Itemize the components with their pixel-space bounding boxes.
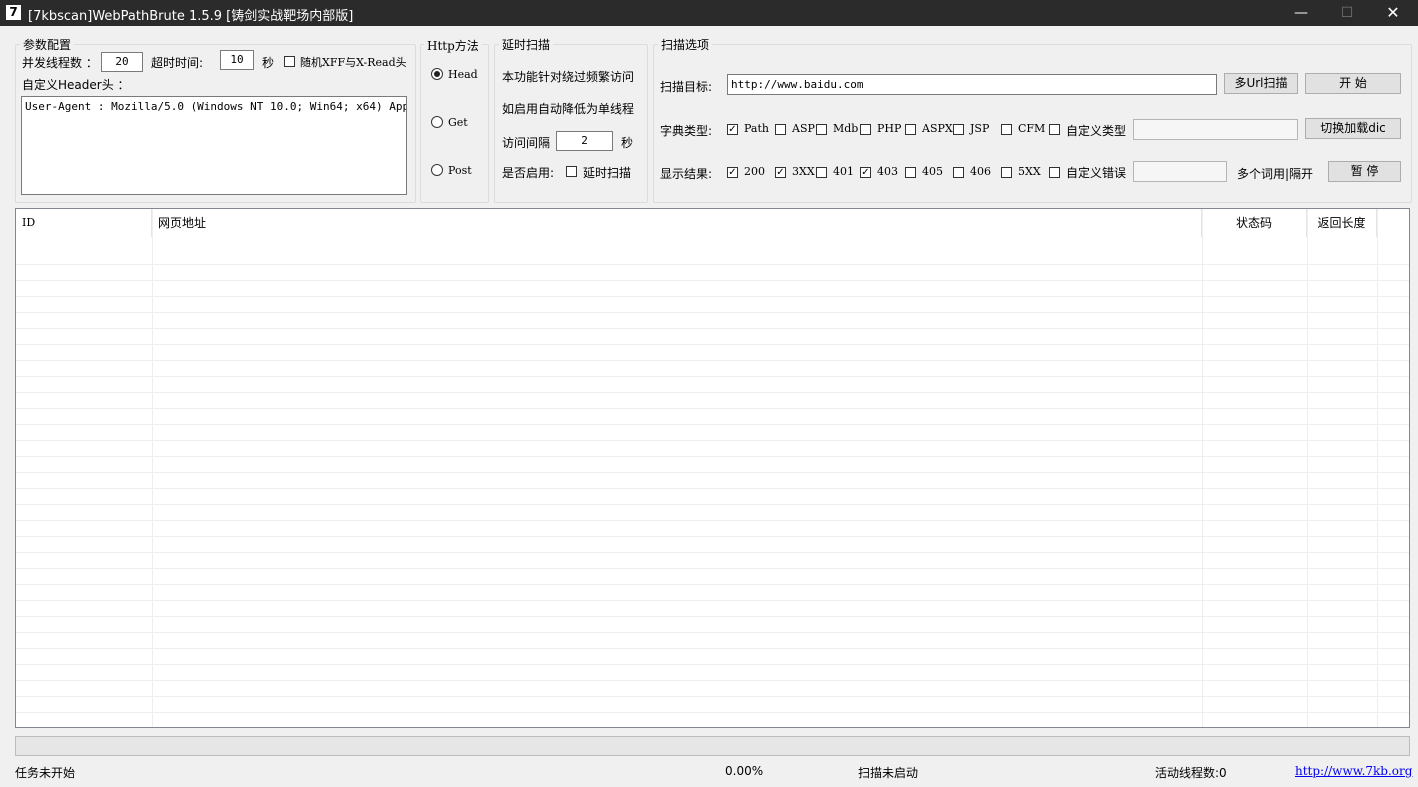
custom-type-input[interactable] (1133, 119, 1298, 140)
pause-button[interactable]: 暂 停 (1328, 161, 1401, 182)
result-5xx-label[interactable]: 5XX (1018, 165, 1041, 178)
progress-percent: 0.00% (725, 764, 764, 778)
scan-state: 扫描未启动 (858, 766, 919, 780)
result-200-label[interactable]: 200 (744, 165, 765, 178)
dict-cfm-checkbox[interactable] (1001, 124, 1012, 135)
delay-scan-checkbox-label[interactable]: 延时扫描 (583, 164, 631, 181)
timeout-unit: 秒 (262, 56, 275, 70)
dict-aspx-checkbox[interactable] (905, 124, 916, 135)
result-405-label[interactable]: 405 (922, 165, 943, 178)
dict-asp-checkbox[interactable] (775, 124, 786, 135)
delay-scan-legend: 延时扫描 (499, 36, 554, 53)
delay-desc-1: 本功能针对绕过频繁访问 (502, 70, 635, 84)
header-text: User-Agent : Mozilla/5.0 (Windows NT 10.… (25, 100, 406, 113)
dict-mdb-checkbox[interactable] (816, 124, 827, 135)
switch-dict-button[interactable]: 切换加载dic (1305, 118, 1401, 139)
task-status: 任务未开始 (15, 766, 76, 780)
dict-path-checkbox[interactable]: ✓ (727, 124, 738, 135)
result-403-label[interactable]: 403 (877, 165, 898, 178)
result-custom-error-label[interactable]: 自定义错误 (1066, 164, 1126, 181)
head-radio-label[interactable]: Head (448, 68, 478, 81)
target-value: http://www.baidu.com (731, 78, 864, 91)
column-header-length[interactable]: 返回长度 (1307, 209, 1377, 237)
post-radio-label[interactable]: Post (448, 164, 472, 177)
custom-error-input[interactable] (1133, 161, 1227, 182)
result-405-checkbox[interactable] (905, 167, 916, 178)
dict-php-label[interactable]: PHP (877, 122, 901, 135)
result-5xx-checkbox[interactable] (1001, 167, 1012, 178)
dict-jsp-checkbox[interactable] (953, 124, 964, 135)
column-header-url[interactable]: 网页地址 (152, 209, 1202, 237)
result-403-checkbox[interactable]: ✓ (860, 167, 871, 178)
dict-custom-label[interactable]: 自定义类型 (1066, 122, 1126, 139)
multi-url-scan-button[interactable]: 多Url扫描 (1224, 73, 1298, 94)
dict-custom-checkbox[interactable] (1049, 124, 1060, 135)
scan-progress-bar (15, 736, 1410, 756)
get-radio[interactable] (431, 116, 443, 128)
result-401-checkbox[interactable] (816, 167, 827, 178)
random-xff-label[interactable]: 随机XFF与X-Read头 (300, 54, 407, 70)
maximize-button[interactable]: ☐ (1324, 0, 1370, 26)
enable-label: 是否启用: (502, 166, 555, 180)
result-3xx-checkbox[interactable]: ✓ (775, 167, 786, 178)
params-legend: 参数配置 (20, 36, 75, 53)
target-label: 扫描目标: (660, 80, 713, 94)
window-title: [7kbscan]WebPathBrute 1.5.9 [铸剑实战靶场内部版] (28, 9, 354, 24)
dict-aspx-label[interactable]: ASPX (922, 122, 953, 135)
dict-php-checkbox[interactable] (860, 124, 871, 135)
timeout-label: 超时时间: (151, 56, 204, 70)
result-200-checkbox[interactable]: ✓ (727, 167, 738, 178)
header-label: 自定义Header头 ： (22, 78, 130, 92)
dict-type-label: 字典类型: (660, 124, 713, 138)
interval-input[interactable]: 2 (556, 131, 613, 151)
website-link[interactable]: http://www.7kb.org (1295, 764, 1412, 778)
results-table[interactable]: ID 网页地址 状态码 返回长度 (15, 208, 1410, 728)
result-406-label[interactable]: 406 (970, 165, 991, 178)
target-input[interactable]: http://www.baidu.com (727, 74, 1217, 95)
result-label: 显示结果: (660, 167, 713, 181)
http-method-legend: Http方法 (424, 37, 482, 54)
table-rows (16, 249, 1409, 727)
interval-label: 访问间隔 (502, 136, 551, 150)
column-divider (1307, 209, 1308, 727)
dict-cfm-label[interactable]: CFM (1018, 122, 1045, 135)
threads-input[interactable]: 20 (101, 52, 143, 72)
close-button[interactable]: ✕ (1370, 0, 1416, 26)
dict-jsp-label[interactable]: JSP (970, 122, 989, 135)
app-icon: 7 (6, 5, 21, 20)
delay-desc-2: 如启用自动降低为单线程 (502, 102, 635, 116)
head-radio[interactable] (431, 68, 443, 80)
timeout-input[interactable]: 10 (220, 50, 254, 70)
result-401-label[interactable]: 401 (833, 165, 854, 178)
column-header-id[interactable]: ID (16, 209, 152, 237)
start-button[interactable]: 开 始 (1305, 73, 1401, 94)
result-406-checkbox[interactable] (953, 167, 964, 178)
delay-scan-checkbox[interactable] (566, 166, 577, 177)
interval-unit: 秒 (621, 136, 634, 150)
result-custom-error-checkbox[interactable] (1049, 167, 1060, 178)
active-threads: 活动线程数:0 (1155, 766, 1227, 780)
post-radio[interactable] (431, 164, 443, 176)
scan-options-legend: 扫描选项 (658, 36, 713, 53)
column-header-status-code[interactable]: 状态码 (1202, 209, 1307, 237)
threads-label: 并发线程数 ： (22, 56, 98, 70)
result-3xx-label[interactable]: 3XX (792, 165, 815, 178)
table-header: ID 网页地址 状态码 返回长度 (16, 209, 1409, 237)
column-divider (152, 209, 153, 727)
multi-word-hint: 多个词用|隔开 (1237, 167, 1314, 181)
get-radio-label[interactable]: Get (448, 116, 468, 129)
title-bar[interactable]: 7 [7kbscan]WebPathBrute 1.5.9 [铸剑实战靶场内部版… (0, 0, 1418, 26)
header-textarea[interactable]: User-Agent : Mozilla/5.0 (Windows NT 10.… (21, 96, 407, 195)
minimize-button[interactable]: — (1278, 0, 1324, 26)
dict-asp-label[interactable]: ASP (792, 122, 815, 135)
column-divider (1202, 209, 1203, 727)
random-xff-checkbox[interactable] (284, 56, 295, 67)
column-divider (1377, 209, 1378, 727)
dict-mdb-label[interactable]: Mdb (833, 122, 858, 135)
dict-path-label[interactable]: Path (744, 122, 769, 135)
